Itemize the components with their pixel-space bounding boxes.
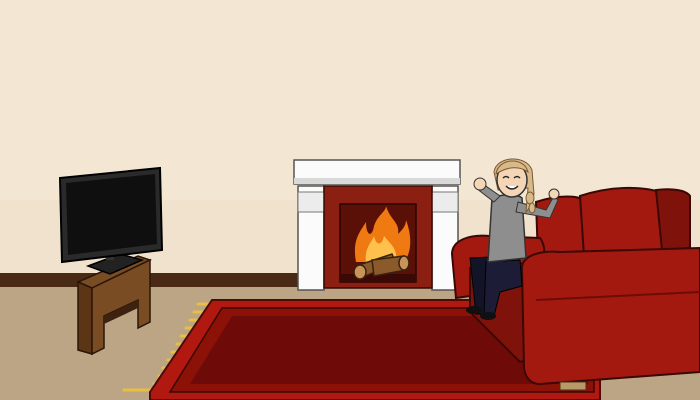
scene-illustration — [0, 0, 700, 400]
living-room-scene — [0, 0, 700, 400]
